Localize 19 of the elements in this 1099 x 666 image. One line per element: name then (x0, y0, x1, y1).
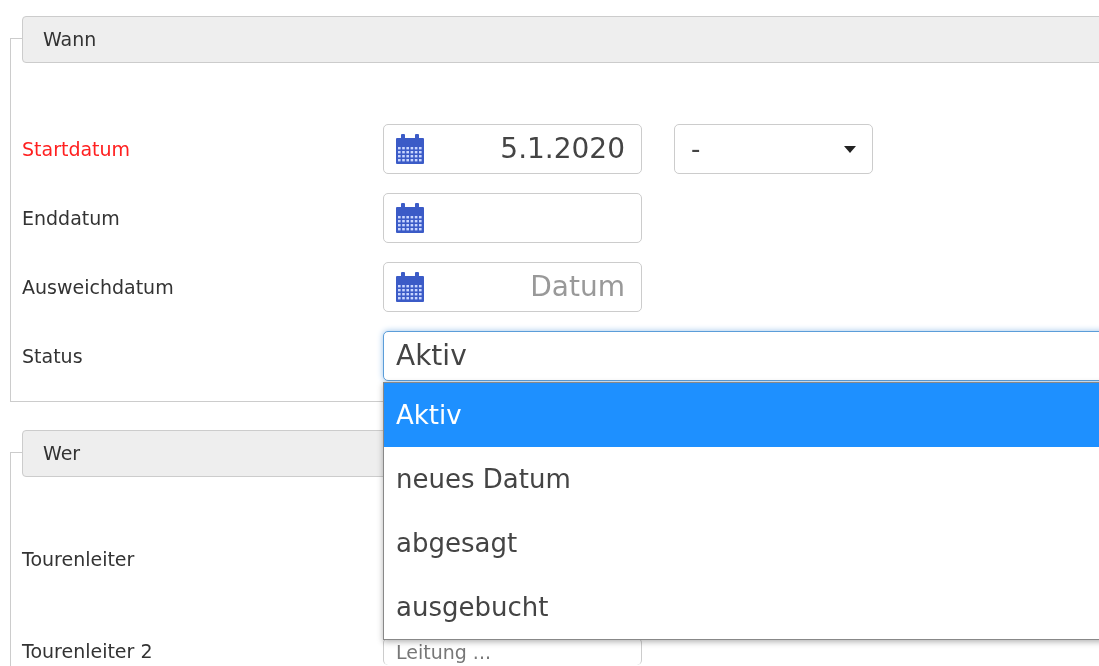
calendar-icon (396, 203, 424, 233)
date-field[interactable]: 5.1.2020 (383, 124, 642, 174)
field-label: Tourenleiter 2 (22, 640, 153, 663)
dropdown-option[interactable]: neues Datum (384, 447, 1099, 511)
field-label: Tourenleiter (22, 547, 135, 570)
dropdown-option[interactable]: abgesagt (384, 511, 1099, 575)
field-label: Ausweichdatum (22, 275, 174, 298)
status-select[interactable]: Aktiv (383, 331, 1099, 381)
field-label: Status (22, 344, 83, 367)
time-select[interactable]: - (674, 124, 873, 174)
date-field[interactable] (383, 193, 642, 243)
field-label: Startdatum (22, 137, 131, 160)
section-header: Wann (22, 16, 1099, 63)
calendar-icon (396, 134, 424, 164)
field-label: Enddatum (22, 206, 120, 229)
calendar-icon (396, 272, 424, 302)
dropdown-option[interactable]: ausgebucht (384, 575, 1099, 639)
caret-icon (844, 145, 856, 153)
text-field[interactable]: Leitung ... (383, 638, 642, 665)
